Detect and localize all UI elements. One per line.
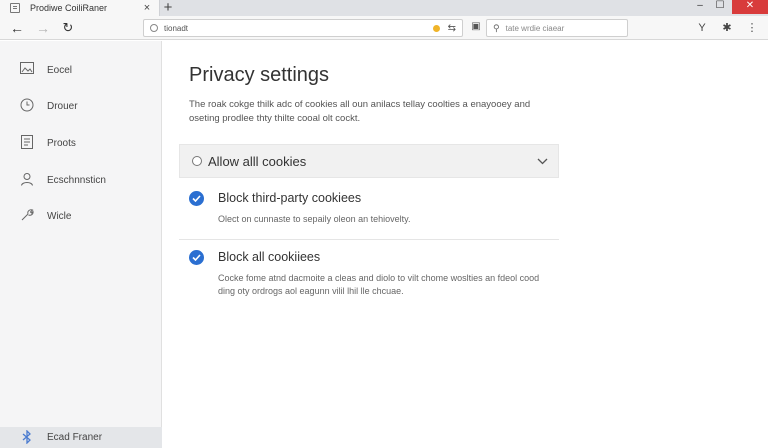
sidebar-item-label: Eocel <box>47 64 73 76</box>
search-bar[interactable]: ⚲ tate wrdie ciaear <box>486 19 628 37</box>
menu-icon[interactable]: ⋮ <box>744 20 760 36</box>
sidebar-item-label: Wicle <box>47 210 72 222</box>
document-icon <box>19 135 35 151</box>
sidebar-footer[interactable]: Ecad Franer <box>0 427 162 448</box>
cookie-policy-dropdown[interactable]: Allow alll cookies <box>179 144 559 178</box>
clock-icon <box>19 98 35 114</box>
close-tab-icon[interactable]: × <box>141 0 153 16</box>
wrench-icon <box>19 208 35 224</box>
extension-badge-icon[interactable] <box>432 24 440 32</box>
radio-icon <box>192 156 202 166</box>
search-icon: ⚲ <box>493 22 500 33</box>
page-description: The roak cokge thilk adc of cookies all … <box>189 99 531 124</box>
address-bar[interactable]: tionadt ⇆ <box>143 19 463 37</box>
bookmark-icon[interactable]: ⇆ <box>448 23 456 34</box>
minimize-button[interactable]: ‒ <box>690 0 710 14</box>
person-icon <box>19 172 35 188</box>
sidebar-item-eocel[interactable]: Eocel <box>0 59 161 81</box>
filter-icon[interactable]: Y <box>694 20 710 36</box>
option-description: Olect on cunnaste to sepaily oleon an te… <box>218 214 411 224</box>
browser-toolbar: ← → ↻ tionadt ⇆ ▣ ⚲ tate wrdie ciaear Y … <box>0 16 768 40</box>
sidebar-item-wicle[interactable]: Wicle <box>0 205 161 227</box>
tab-strip: Prodiwe CoiliRaner × + ‒ ☐ ✕ <box>0 0 768 16</box>
tab-title: Prodiwe CoiliRaner <box>30 3 108 13</box>
sidebar-footer-label: Ecad Franer <box>47 432 103 443</box>
option-description: Cocke fome atnd dacmoite a cleas and dio… <box>218 273 540 296</box>
dropdown-selected-value: Allow alll cookies <box>208 153 307 169</box>
sidebar-item-label: Ecschnnsticn <box>47 174 106 186</box>
page-icon <box>10 3 20 13</box>
reload-button[interactable]: ↻ <box>59 19 77 37</box>
sidebar-item-ecschnnsticn[interactable]: Ecschnnsticn <box>0 169 161 191</box>
maximize-button[interactable]: ☐ <box>710 0 730 14</box>
bluetooth-icon <box>19 428 35 446</box>
browser-tab[interactable]: Prodiwe CoiliRaner × <box>0 0 160 16</box>
sidebar-item-proots[interactable]: Proots <box>0 132 161 154</box>
forward-button[interactable]: → <box>34 19 52 37</box>
search-input[interactable]: tate wrdie ciaear <box>506 24 565 33</box>
sidebar-item-label: Drouer <box>47 100 78 112</box>
address-text[interactable]: tionadt <box>164 24 433 33</box>
back-button[interactable]: ← <box>8 19 26 37</box>
chevron-down-icon[interactable] <box>534 153 550 169</box>
option-title: Block third-party cookiees <box>218 191 362 205</box>
settings-icon[interactable]: ✱ <box>719 20 735 36</box>
settings-panel: Privacy settings The roak cokge thilk ad… <box>163 41 768 448</box>
sidebar: Eocel Drouer Proots Ecschnnsticn Wicle E… <box>0 41 162 448</box>
checkbox-checked-icon[interactable] <box>189 191 204 206</box>
new-tab-button[interactable]: + <box>161 0 175 16</box>
close-window-button[interactable]: ✕ <box>732 0 768 14</box>
reader-view-icon[interactable]: ▣ <box>470 21 482 33</box>
checkbox-checked-icon[interactable] <box>189 250 204 265</box>
page-title: Privacy settings <box>189 64 330 86</box>
sidebar-item-label: Proots <box>47 137 76 149</box>
sidebar-item-drouer[interactable]: Drouer <box>0 95 161 117</box>
divider <box>179 239 559 240</box>
site-info-icon[interactable] <box>150 24 158 32</box>
image-icon <box>19 62 35 78</box>
option-title: Block all cookiiees <box>218 250 321 264</box>
